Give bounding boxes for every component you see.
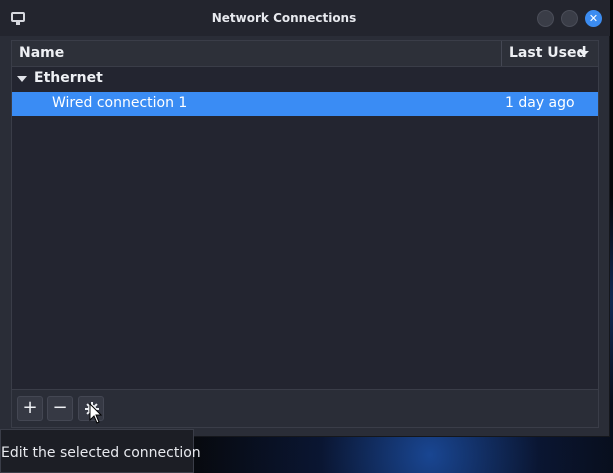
sort-descending-icon[interactable] bbox=[579, 51, 589, 56]
minimize-button[interactable] bbox=[537, 10, 554, 27]
connection-name: Wired connection 1 bbox=[52, 95, 188, 111]
group-label: Ethernet bbox=[34, 70, 103, 86]
remove-connection-button[interactable]: − bbox=[47, 396, 73, 421]
close-icon: ✕ bbox=[588, 12, 599, 25]
tooltip: Edit the selected connection bbox=[0, 429, 201, 473]
plus-icon: + bbox=[22, 397, 38, 418]
column-header-last-used[interactable]: Last Used bbox=[509, 45, 587, 61]
maximize-button[interactable] bbox=[561, 10, 578, 27]
connection-last-used: 1 day ago bbox=[505, 95, 575, 111]
tooltip-text: Edit the selected connection bbox=[1, 445, 201, 461]
group-row-ethernet[interactable]: Ethernet bbox=[12, 67, 598, 91]
list-header: Name Last Used bbox=[12, 41, 598, 67]
minus-icon: − bbox=[52, 397, 68, 418]
close-button[interactable]: ✕ bbox=[585, 10, 602, 27]
column-separator[interactable] bbox=[501, 41, 502, 66]
connections-list[interactable]: Name Last Used Ethernet Wired connection… bbox=[11, 40, 599, 390]
mouse-pointer-icon bbox=[89, 403, 103, 424]
column-header-name[interactable]: Name bbox=[19, 45, 64, 61]
network-connections-window: Network Connections ✕ Name Last Used Eth… bbox=[0, 0, 610, 437]
title-bar[interactable]: Network Connections ✕ bbox=[0, 0, 610, 36]
connection-row-wired-1[interactable]: Wired connection 1 1 day ago bbox=[12, 92, 598, 116]
expander-arrow-icon[interactable] bbox=[17, 76, 27, 82]
window-title: Network Connections bbox=[211, 11, 357, 25]
add-connection-button[interactable]: + bbox=[17, 396, 43, 421]
